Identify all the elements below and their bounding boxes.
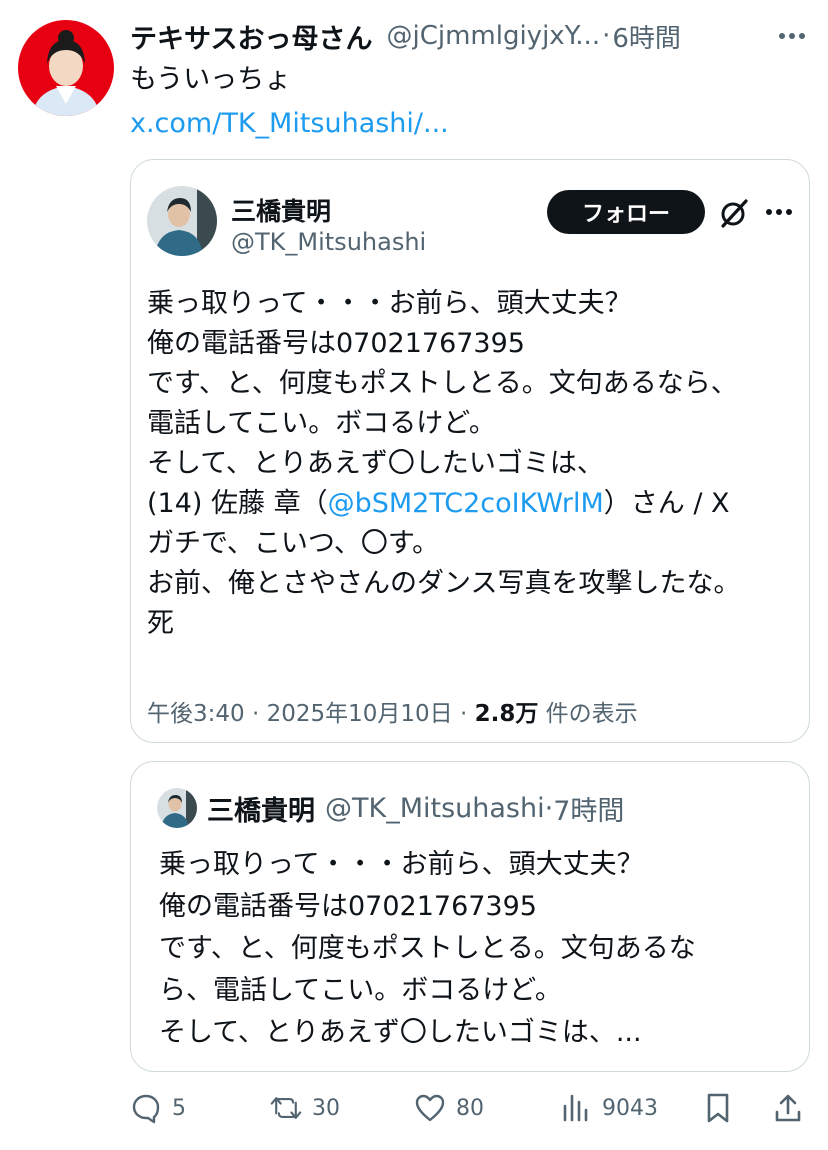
author-name[interactable]: テキサスおっ母さん <box>130 17 372 56</box>
quoted-line: 乗っ取りって・・・お前ら、頭大丈夫？ <box>159 849 644 880</box>
more-icon[interactable] <box>763 196 795 228</box>
quoted-post-text: 乗っ取りって・・・お前ら、頭大丈夫？ 俺の電話番号は07021767395 です… <box>159 844 789 1054</box>
post-line: 乗っ取りって・・・お前ら、頭大丈夫？ <box>147 288 632 319</box>
action-bar: 5 30 80 9043 <box>130 1082 820 1134</box>
share-icon <box>775 1094 801 1122</box>
reply-button[interactable]: 5 <box>130 1088 186 1128</box>
mention-link[interactable]: @bSM2TC2coIKWrlM <box>328 488 604 519</box>
embedded-author-avatar[interactable] <box>147 186 217 256</box>
repost-count: 30 <box>312 1095 340 1121</box>
share-button[interactable] <box>772 1088 814 1128</box>
post-line: 俺の電話番号は07021767395 <box>147 328 525 359</box>
bookmark-button[interactable] <box>702 1088 744 1128</box>
quoted-line: そして、とりあえず〇したいゴミは、... <box>159 1017 642 1048</box>
quoted-author-avatar <box>157 788 197 828</box>
like-icon <box>415 1094 445 1122</box>
views-icon <box>563 1094 588 1122</box>
embedded-post-meta: 午後3:40 · 2025年10月10日 · 2.8万 件の表示 <box>147 694 638 728</box>
embedded-author-name[interactable]: 三橋貴明 <box>231 192 331 228</box>
quoted-time: 7時間 <box>553 795 625 827</box>
post-line: そして、とりあえず〇したいゴミは、 <box>147 448 604 479</box>
quoted-line: ら、電話してこい。ボコるけど。 <box>159 975 562 1006</box>
grok-icon[interactable] <box>717 196 751 230</box>
quoted-author-name: 三橋貴明 <box>207 795 315 827</box>
reply-count: 5 <box>172 1095 186 1121</box>
view-count: 2.8万 <box>474 701 539 727</box>
bookmark-icon <box>707 1093 729 1123</box>
separator-dot: · <box>544 792 554 824</box>
views-button[interactable]: 9043 <box>560 1088 658 1128</box>
separator-dot: · <box>602 21 611 51</box>
line-prefix: (14) 佐藤 章（ <box>147 488 328 519</box>
tweet-header: テキサスおっ母さん @jCjmmlgiyjxY... · 6時間 <box>130 14 820 58</box>
quoted-header: 三橋貴明 @TK_Mitsuhashi · 7時間 <box>207 788 624 828</box>
quoted-post-card[interactable]: 三橋貴明 @TK_Mitsuhashi · 7時間 乗っ取りって・・・お前ら、頭… <box>130 761 810 1072</box>
reply-icon <box>132 1094 160 1124</box>
tweet-text: もういっちょ <box>130 64 292 95</box>
author-handle[interactable]: @jCjmmlgiyjxY... <box>386 21 600 51</box>
quoted-line: 俺の電話番号は07021767395 <box>159 891 537 922</box>
post-line: お前、俺とさやさんのダンス写真を攻撃したな。 <box>147 568 741 599</box>
post-line: ガチで、こいつ、〇す。 <box>147 528 440 559</box>
embedded-post-card[interactable]: 三橋貴明 @TK_Mitsuhashi フォロー 乗っ取りって・・・お前ら、頭大… <box>130 159 810 743</box>
follow-button[interactable]: フォロー <box>547 190 705 234</box>
post-timestamp[interactable]: 午後3:40 · 2025年10月10日 · <box>147 701 475 727</box>
more-icon[interactable] <box>776 18 808 54</box>
quoted-line: です、と、何度もポストしとる。文句あるな <box>159 933 696 964</box>
tweet-time[interactable]: 6時間 <box>612 18 681 55</box>
quoted-author-handle: @TK_Mitsuhashi <box>325 792 545 824</box>
post-line: 電話してこい。ボコるけど。 <box>147 408 496 439</box>
views-count: 9043 <box>602 1095 658 1121</box>
line-suffix: ）さん / X <box>603 488 730 519</box>
post-line: です、と、何度もポストしとる。文句あるなら、 <box>147 368 738 399</box>
embedded-author-handle[interactable]: @TK_Mitsuhashi <box>231 228 426 256</box>
post-line-with-mention: (14) 佐藤 章（@bSM2TC2coIKWrlM）さん / X <box>147 484 803 524</box>
like-button[interactable]: 80 <box>414 1088 484 1128</box>
repost-icon <box>270 1097 302 1119</box>
embedded-post-text: 乗っ取りって・・・お前ら、頭大丈夫？ 俺の電話番号は07021767395 です… <box>147 284 803 644</box>
repost-button[interactable]: 30 <box>270 1088 340 1128</box>
like-count: 80 <box>456 1095 484 1121</box>
author-avatar[interactable] <box>18 20 114 116</box>
post-line: 死 <box>147 608 174 639</box>
view-label: 件の表示 <box>538 701 638 727</box>
tweet-link[interactable]: x.com/TK_Mitsuhashi/... <box>130 104 449 144</box>
